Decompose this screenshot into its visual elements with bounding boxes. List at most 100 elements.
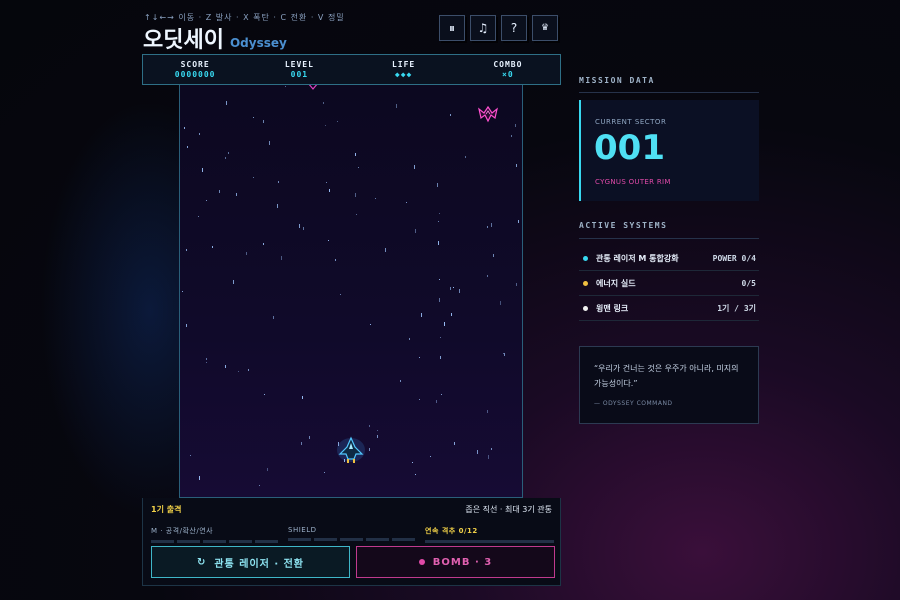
star bbox=[487, 226, 488, 228]
sector-label: CURRENT SECTOR bbox=[595, 118, 667, 126]
star bbox=[465, 156, 466, 158]
meter-segment bbox=[366, 538, 389, 541]
star bbox=[503, 353, 504, 354]
star bbox=[377, 430, 378, 431]
star bbox=[419, 399, 420, 400]
star bbox=[419, 357, 420, 358]
sector-card: CURRENT SECTOR 001 CYGNUS OUTER RIM bbox=[579, 100, 759, 201]
combo-label: COMBO bbox=[493, 60, 523, 69]
star bbox=[233, 280, 234, 284]
star bbox=[400, 380, 401, 382]
combo-kill-label: 연속 격추 0/12 bbox=[425, 527, 478, 535]
sector-number: 001 bbox=[594, 128, 665, 168]
hud-combo: COMBO ×0 bbox=[456, 55, 560, 84]
enemy-ship bbox=[478, 105, 498, 123]
star bbox=[436, 400, 437, 403]
action-buttons: ↻ 관통 레이저 · 전환 BOMB · 3 bbox=[151, 546, 555, 578]
star bbox=[355, 193, 356, 197]
star bbox=[303, 227, 304, 230]
star bbox=[430, 456, 431, 457]
star bbox=[487, 275, 488, 277]
star bbox=[246, 252, 247, 255]
star bbox=[439, 213, 440, 214]
meter-segment bbox=[425, 540, 554, 543]
star bbox=[273, 316, 274, 319]
star bbox=[285, 86, 286, 87]
star bbox=[263, 120, 264, 123]
star bbox=[518, 220, 519, 223]
music-button[interactable]: ♫ bbox=[470, 15, 496, 41]
star bbox=[278, 181, 279, 183]
star bbox=[488, 455, 489, 459]
star bbox=[406, 202, 407, 203]
star bbox=[328, 240, 329, 241]
bomb-button[interactable]: BOMB · 3 bbox=[356, 546, 555, 578]
star bbox=[253, 117, 254, 118]
star bbox=[206, 362, 207, 363]
help-button[interactable]: ? bbox=[501, 15, 527, 41]
star bbox=[375, 198, 376, 199]
weapon-status-row: 1기 출격 좁은 직선 · 최대 3기 관통 bbox=[151, 504, 552, 515]
star bbox=[440, 337, 441, 338]
meter-segment bbox=[203, 540, 226, 543]
leaderboard-button[interactable]: ♛ bbox=[532, 15, 558, 41]
star bbox=[277, 204, 278, 208]
star bbox=[450, 287, 451, 290]
star bbox=[337, 121, 338, 122]
star bbox=[396, 104, 397, 108]
star bbox=[299, 224, 300, 228]
star bbox=[301, 442, 302, 445]
weapon-panel: 1기 출격 좁은 직선 · 최대 3기 관통 M · 공격/확산/연사 SHIE… bbox=[142, 498, 561, 586]
star bbox=[253, 177, 254, 178]
laser-switch-label: 관통 레이저 · 전환 bbox=[214, 558, 305, 570]
meter-segment bbox=[177, 540, 200, 543]
star bbox=[340, 294, 341, 295]
music-icon: ♫ bbox=[477, 21, 489, 35]
star bbox=[415, 474, 416, 475]
star bbox=[186, 324, 187, 327]
star bbox=[344, 459, 345, 462]
meters-row: M · 공격/확산/연사 SHIELD 연속 격추 0/12 bbox=[151, 526, 561, 543]
star bbox=[437, 183, 438, 187]
level-label: LEVEL bbox=[284, 60, 314, 69]
score-value: 0000000 bbox=[174, 70, 216, 79]
hud-level: LEVEL 001 bbox=[247, 55, 351, 84]
star bbox=[504, 353, 505, 356]
laser-switch-button[interactable]: ↻ 관통 레이저 · 전환 bbox=[151, 546, 350, 578]
star bbox=[453, 287, 454, 288]
quote-source: — ODYSSEY COMMAND bbox=[594, 400, 673, 407]
bomb-label: BOMB · 3 bbox=[432, 556, 493, 568]
level-value: 001 bbox=[290, 70, 309, 79]
shield-label: SHIELD bbox=[288, 526, 317, 534]
star bbox=[324, 472, 325, 473]
shield-segments bbox=[288, 538, 415, 541]
star bbox=[184, 127, 185, 129]
star bbox=[281, 256, 282, 260]
pause-icon: ⏸ bbox=[448, 20, 455, 35]
star bbox=[491, 448, 492, 450]
meter-segment bbox=[340, 538, 363, 541]
combo-kill-segments bbox=[425, 540, 554, 543]
system-row-laser: 관통 레이저 M 통합강화 POWER 0/4 bbox=[579, 246, 759, 271]
star bbox=[369, 448, 370, 451]
title-english: Odyssey bbox=[229, 36, 287, 50]
star bbox=[206, 200, 207, 201]
bomb-dot-icon bbox=[418, 559, 425, 565]
star bbox=[198, 216, 199, 217]
quote-text: “우리가 건너는 것은 우주가 아니라, 미지의 가능성이다.” bbox=[594, 364, 739, 388]
star bbox=[358, 167, 359, 168]
star bbox=[415, 229, 416, 233]
star bbox=[385, 248, 386, 252]
player-ship bbox=[337, 436, 365, 463]
star bbox=[451, 313, 452, 316]
star bbox=[225, 157, 226, 159]
meter-segment bbox=[288, 538, 311, 541]
system-value: POWER 0/4 bbox=[712, 253, 756, 263]
status-dot-icon bbox=[583, 255, 588, 261]
life-value: ◆◆◆ bbox=[394, 70, 413, 79]
game-field[interactable] bbox=[179, 85, 523, 498]
help-icon: ? bbox=[510, 21, 518, 35]
star bbox=[212, 246, 213, 248]
pause-button[interactable]: ⏸ bbox=[439, 15, 465, 41]
star bbox=[454, 442, 455, 445]
